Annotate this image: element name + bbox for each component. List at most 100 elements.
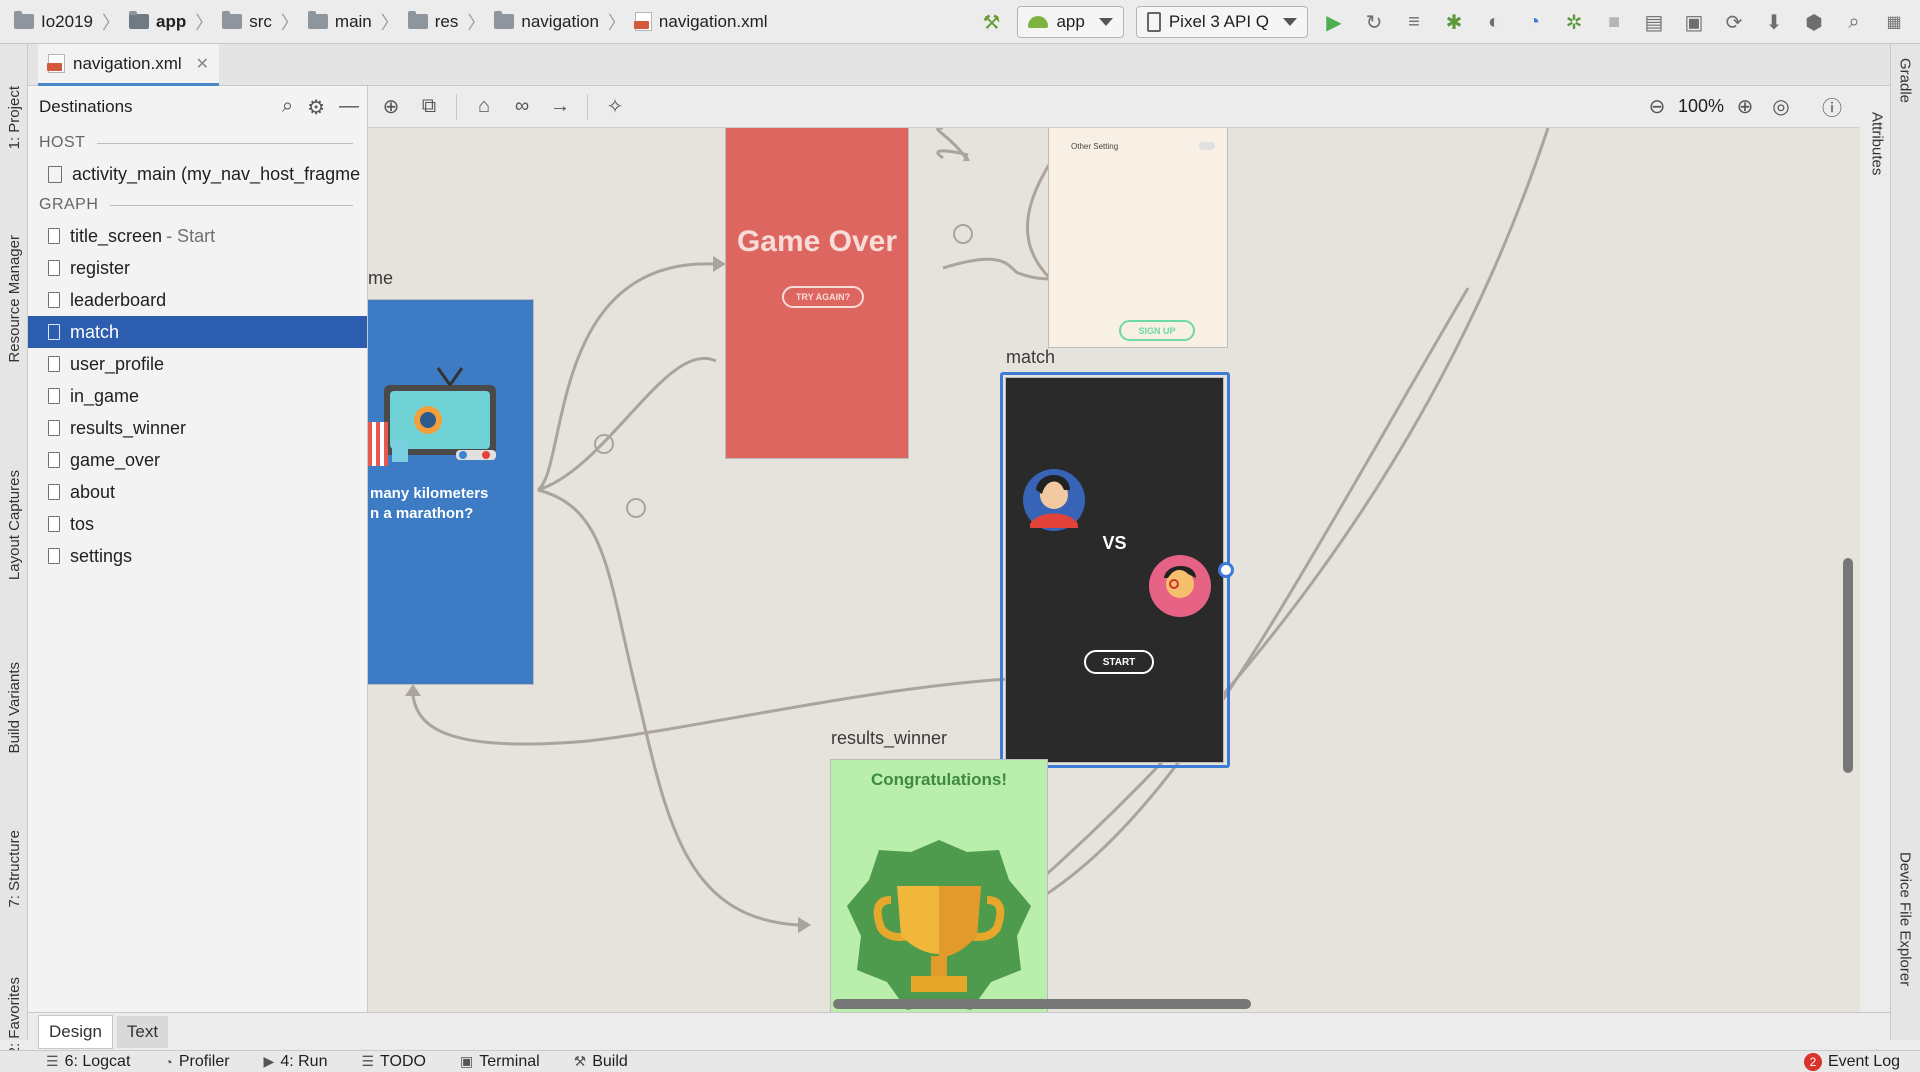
breadcrumb-module[interactable]: app xyxy=(127,11,188,32)
match-destination[interactable]: VS START xyxy=(1006,378,1223,762)
apply-code-changes-icon[interactable]: ≡ xyxy=(1394,5,1434,39)
tool-window-gradle[interactable]: Gradle xyxy=(1894,58,1916,148)
breadcrumb-project[interactable]: Io2019 xyxy=(12,11,95,32)
project-structure-icon[interactable]: ▤ xyxy=(1634,5,1674,39)
search-icon[interactable]: ⌕ xyxy=(1834,5,1874,39)
stop-icon[interactable]: ■ xyxy=(1594,5,1634,39)
register-destination[interactable]: Other Setting SIGN UP xyxy=(1049,128,1227,347)
destination-item-match[interactable]: match xyxy=(28,316,367,348)
device-select[interactable]: Pixel 3 API Q xyxy=(1135,6,1308,38)
breadcrumb-navigation[interactable]: navigation xyxy=(492,11,601,32)
tab-design[interactable]: Design xyxy=(38,1014,113,1049)
breadcrumb-src[interactable]: src xyxy=(220,11,274,32)
run-coverage-icon[interactable]: ◐ xyxy=(1474,5,1514,39)
match-avatars xyxy=(1023,469,1211,617)
deep-link-icon[interactable]: ∞ xyxy=(503,91,541,123)
tool-window-device-file-explorer[interactable]: Device File Explorer xyxy=(1894,852,1916,1032)
in-game-label: me xyxy=(368,268,394,288)
breadcrumb: Io2019 〉 app 〉 src 〉 main 〉 res 〉 naviga… xyxy=(0,9,770,35)
run-icon[interactable]: ▶ xyxy=(1314,5,1354,39)
home-icon[interactable]: ⌂ xyxy=(465,91,503,123)
zoom-controls: ⊖ 100% ⊕ ◎ ⓘ xyxy=(1642,90,1852,122)
destination-item-leaderboard[interactable]: leaderboard xyxy=(28,284,367,316)
pop-behavior-icon xyxy=(626,498,646,518)
zoom-out-icon[interactable]: ⊖ xyxy=(1642,90,1672,122)
tool-window-layout-captures[interactable]: Layout Captures xyxy=(3,440,25,610)
destination-name: game_over xyxy=(70,449,161,470)
destination-item-about[interactable]: about xyxy=(28,476,367,508)
destination-name: register xyxy=(70,257,131,278)
close-icon[interactable]: ✕ xyxy=(196,54,209,74)
sdk-manager-icon[interactable]: ⬇ xyxy=(1754,5,1794,39)
profiler-tool[interactable]: ◔ Profiler xyxy=(164,1053,229,1071)
attach-debugger-icon[interactable]: ✲ xyxy=(1554,5,1594,39)
terminal-tool[interactable]: ▣ Terminal xyxy=(460,1053,540,1071)
build-hammer-icon[interactable]: ⚒ xyxy=(971,5,1011,39)
destination-item-register[interactable]: register xyxy=(28,252,367,284)
breadcrumb-main[interactable]: main xyxy=(306,11,374,32)
tab-navigation-xml[interactable]: navigation.xml ✕ xyxy=(38,44,220,86)
gear-icon[interactable]: ⚙ xyxy=(307,95,325,120)
destination-name: tos xyxy=(70,513,95,534)
run-configuration-select[interactable]: app xyxy=(1017,6,1124,38)
tab-text[interactable]: Text xyxy=(116,1015,169,1048)
navigation-graph-canvas[interactable]: me many kilometers n a marathon? Game Ov… xyxy=(368,128,1860,1012)
event-log-tool[interactable]: 2 Event Log xyxy=(1803,1051,1900,1072)
game-over-destination[interactable]: Game Over TRY AGAIN? xyxy=(726,128,908,458)
action-handle[interactable] xyxy=(1218,562,1234,578)
destination-item-results-winner[interactable]: results_winner xyxy=(28,412,367,444)
destinations-list: title_screen - Start register leaderboard m… xyxy=(28,220,367,572)
destination-item-user-profile[interactable]: user_profile xyxy=(28,348,367,380)
logcat-tool[interactable]: ☰ 6: Logcat xyxy=(46,1053,130,1071)
pop-behavior-icon xyxy=(953,224,973,244)
todo-tool[interactable]: ☰ TODO xyxy=(361,1053,426,1071)
debug-icon[interactable]: ✱ xyxy=(1434,5,1474,39)
activity-icon xyxy=(48,165,62,183)
avd-manager-icon[interactable]: ▣ xyxy=(1674,5,1714,39)
destination-name: leaderboard xyxy=(70,289,167,310)
nested-graph-icon[interactable]: ⧉ xyxy=(410,91,448,123)
destinations-title: Destinations xyxy=(39,97,133,116)
minimize-icon[interactable]: — xyxy=(339,95,359,120)
results-winner-destination[interactable]: Congratulations! xyxy=(831,760,1047,1012)
settings-icon[interactable]: ▦ xyxy=(1874,5,1914,39)
tool-window-attributes[interactable]: Attributes xyxy=(1866,112,1888,222)
register-setting-text: Other Setting xyxy=(1071,142,1119,151)
search-icon[interactable]: ⌕ xyxy=(282,95,293,120)
breadcrumb-res[interactable]: res xyxy=(406,11,461,32)
run-tool[interactable]: ▶ 4: Run xyxy=(264,1053,328,1071)
zoom-to-fit-icon[interactable]: ◎ xyxy=(1766,90,1796,122)
destination-item-in-game[interactable]: in_game xyxy=(28,380,367,412)
fragment-icon xyxy=(48,324,60,340)
in-game-destination[interactable]: many kilometers n a marathon? xyxy=(368,300,533,684)
breadcrumb-file[interactable]: navigation.xml xyxy=(633,12,770,32)
chevron-down-icon xyxy=(1098,18,1113,26)
destination-item-game-over[interactable]: game_over xyxy=(28,444,367,476)
in-game-question: many kilometers n a marathon? xyxy=(370,485,489,522)
destination-item-title-screen[interactable]: title_screen - Start xyxy=(28,220,367,252)
new-destination-icon[interactable]: ⊕ xyxy=(372,91,410,123)
vertical-scrollbar[interactable] xyxy=(1843,558,1853,773)
horizontal-scrollbar[interactable] xyxy=(833,999,1251,1009)
graph-section-header: GRAPH xyxy=(28,190,367,220)
destination-item-tos[interactable]: tos xyxy=(28,508,367,540)
device-icon xyxy=(1146,12,1161,32)
apply-changes-icon[interactable]: ↻ xyxy=(1354,5,1394,39)
issues-icon[interactable]: ⓘ xyxy=(1812,90,1852,122)
destination-name: in_game xyxy=(70,385,140,406)
host-item[interactable]: activity_main (my_nav_host_fragme xyxy=(28,158,367,190)
tool-window-project[interactable]: 1: Project xyxy=(3,58,25,178)
tool-window-resource-manager[interactable]: Resource Manager xyxy=(3,194,25,404)
profile-icon[interactable]: ◔ xyxy=(1514,5,1554,39)
tool-window-structure[interactable]: 7: Structure xyxy=(3,804,25,934)
action-arrow-icon[interactable]: → xyxy=(541,91,579,123)
fragment-icon xyxy=(48,228,60,244)
build-tool[interactable]: ⚒ Build xyxy=(574,1053,628,1071)
zoom-in-icon[interactable]: ⊕ xyxy=(1730,90,1760,122)
arrowhead xyxy=(713,256,726,272)
auto-arrange-icon[interactable]: ✧ xyxy=(596,91,634,123)
layout-inspector-icon[interactable]: ⬢ xyxy=(1794,5,1834,39)
tool-window-build-variants[interactable]: Build Variants xyxy=(3,638,25,778)
sync-gradle-icon[interactable]: ⟳ xyxy=(1714,5,1754,39)
destination-item-settings[interactable]: settings xyxy=(28,540,367,572)
